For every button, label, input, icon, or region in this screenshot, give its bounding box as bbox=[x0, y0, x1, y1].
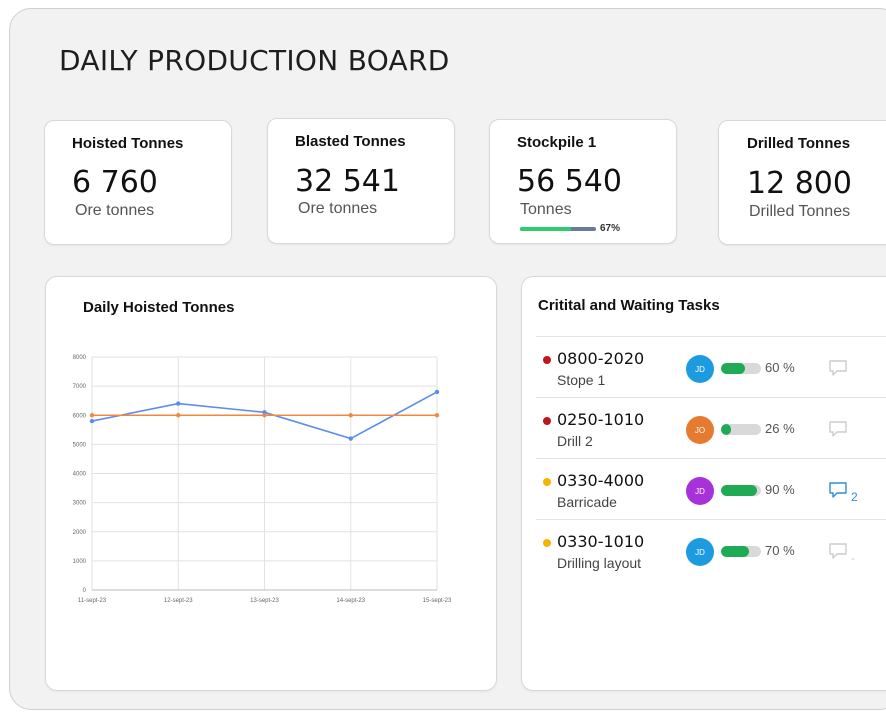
task-row[interactable]: 0330-4000 Barricade JD 90 % 2 bbox=[536, 458, 886, 519]
task-row[interactable]: 0800-2020 Stope 1 JD 60 % bbox=[536, 336, 886, 397]
avatar[interactable]: JD bbox=[686, 538, 714, 566]
y-tick-label: 2000 bbox=[73, 530, 87, 536]
data-point bbox=[262, 413, 267, 418]
status-dot bbox=[543, 539, 551, 547]
data-point bbox=[89, 413, 95, 418]
line-chart: 0 1000 2000 3000 4000 5000 6000 7000 8000 11-sept… bbox=[73, 355, 452, 604]
y-tick-label: 0 bbox=[83, 588, 87, 594]
status-dot bbox=[543, 417, 551, 425]
tasks-panel: Critital and Waiting Tasks 0800-2020 Stop… bbox=[521, 276, 886, 691]
task-id: 0250-1010 bbox=[557, 410, 645, 429]
y-tick-label: 3000 bbox=[73, 501, 87, 507]
status-dot bbox=[543, 356, 551, 364]
task-progress-label: 90 % bbox=[765, 482, 795, 497]
tasks-title: Critital and Waiting Tasks bbox=[538, 297, 720, 314]
chart-panel: Daily Hoisted Tonnes 0 1000 2000 3000 4000 50… bbox=[45, 276, 497, 691]
comment-count: 2 bbox=[851, 490, 858, 504]
stockpile-progress-bar bbox=[520, 227, 596, 231]
task-progress-fill bbox=[721, 485, 757, 496]
comment-icon[interactable] bbox=[828, 420, 848, 438]
page-title: DAILY PRODUCTION BOARD bbox=[59, 44, 450, 77]
x-tick-label: 15-sept-23 bbox=[423, 598, 452, 604]
kpi-label: Hoisted Tonnes bbox=[72, 135, 184, 152]
data-point bbox=[176, 401, 181, 406]
y-tick-label: 1000 bbox=[73, 559, 87, 565]
kpi-value: 56 540 bbox=[517, 164, 622, 199]
task-id: 0330-1010 bbox=[557, 532, 645, 551]
y-tick-label: 4000 bbox=[73, 472, 87, 478]
kpi-card-drilled[interactable]: Drilled Tonnes 12 800 Drilled Tonnes bbox=[718, 120, 886, 245]
data-point bbox=[348, 436, 353, 441]
kpi-unit: Tonnes bbox=[520, 201, 572, 218]
kpi-value: 6 760 bbox=[72, 165, 158, 200]
y-tick-label: 6000 bbox=[73, 413, 87, 419]
kpi-label: Blasted Tonnes bbox=[295, 133, 406, 150]
stockpile-progress-fill bbox=[520, 227, 571, 231]
task-progress-bar bbox=[721, 424, 761, 435]
task-progress-bar bbox=[721, 546, 761, 557]
x-tick-label: 11-sept-23 bbox=[78, 598, 107, 604]
kpi-card-stockpile[interactable]: Stockpile 1 56 540 Tonnes 67% bbox=[489, 119, 677, 244]
data-point bbox=[348, 413, 353, 418]
task-progress-fill bbox=[721, 363, 745, 374]
task-progress-bar bbox=[721, 363, 761, 374]
x-tick-label: 13-sept-23 bbox=[250, 598, 279, 604]
kpi-label: Stockpile 1 bbox=[517, 134, 597, 151]
task-progress-label: 26 % bbox=[765, 421, 795, 436]
data-point bbox=[89, 418, 95, 424]
comment-icon[interactable] bbox=[828, 359, 848, 377]
task-row[interactable]: 0250-1010 Drill 2 JO 26 % bbox=[536, 397, 886, 458]
kpi-value: 12 800 bbox=[747, 166, 852, 201]
task-name: Drilling layout bbox=[557, 555, 642, 571]
avatar[interactable]: JD bbox=[686, 355, 714, 383]
comment-icon[interactable] bbox=[828, 542, 848, 560]
kpi-value: 32 541 bbox=[295, 164, 400, 199]
x-tick-label: 14-sept-23 bbox=[336, 598, 365, 604]
comment-count: - bbox=[851, 551, 855, 565]
task-progress-fill bbox=[721, 424, 732, 435]
kpi-card-hoisted[interactable]: Hoisted Tonnes 6 760 Ore tonnes bbox=[44, 120, 232, 245]
task-name: Barricade bbox=[557, 494, 617, 510]
kpi-card-blasted[interactable]: Blasted Tonnes 32 541 Ore tonnes bbox=[267, 118, 455, 244]
kpi-unit: Drilled Tonnes bbox=[749, 203, 851, 220]
task-progress-fill bbox=[721, 546, 749, 557]
x-tick-label: 12-sept-23 bbox=[164, 598, 193, 604]
data-point bbox=[176, 413, 181, 418]
kpi-label: Drilled Tonnes bbox=[747, 135, 851, 152]
y-tick-label: 5000 bbox=[73, 442, 87, 448]
kpi-unit: Ore tonnes bbox=[298, 200, 378, 217]
data-point bbox=[434, 389, 440, 395]
task-name: Drill 2 bbox=[557, 433, 593, 449]
task-progress-bar bbox=[721, 485, 761, 496]
kpi-unit: Ore tonnes bbox=[75, 202, 155, 219]
data-point bbox=[434, 413, 440, 418]
y-tick-label: 7000 bbox=[73, 384, 87, 390]
status-dot bbox=[543, 478, 551, 486]
task-progress-label: 60 % bbox=[765, 360, 795, 375]
task-name: Stope 1 bbox=[557, 372, 606, 388]
avatar[interactable]: JO bbox=[686, 416, 714, 444]
comment-icon[interactable] bbox=[828, 481, 848, 499]
task-id: 0330-4000 bbox=[557, 471, 645, 490]
task-row[interactable]: 0330-1010 Drilling layout JD 70 % - bbox=[536, 519, 886, 580]
stockpile-progress-label: 67% bbox=[600, 223, 621, 234]
task-id: 0800-2020 bbox=[557, 349, 645, 368]
task-progress-label: 70 % bbox=[765, 543, 795, 558]
y-tick-label: 8000 bbox=[73, 355, 87, 361]
avatar[interactable]: JD bbox=[686, 477, 714, 505]
